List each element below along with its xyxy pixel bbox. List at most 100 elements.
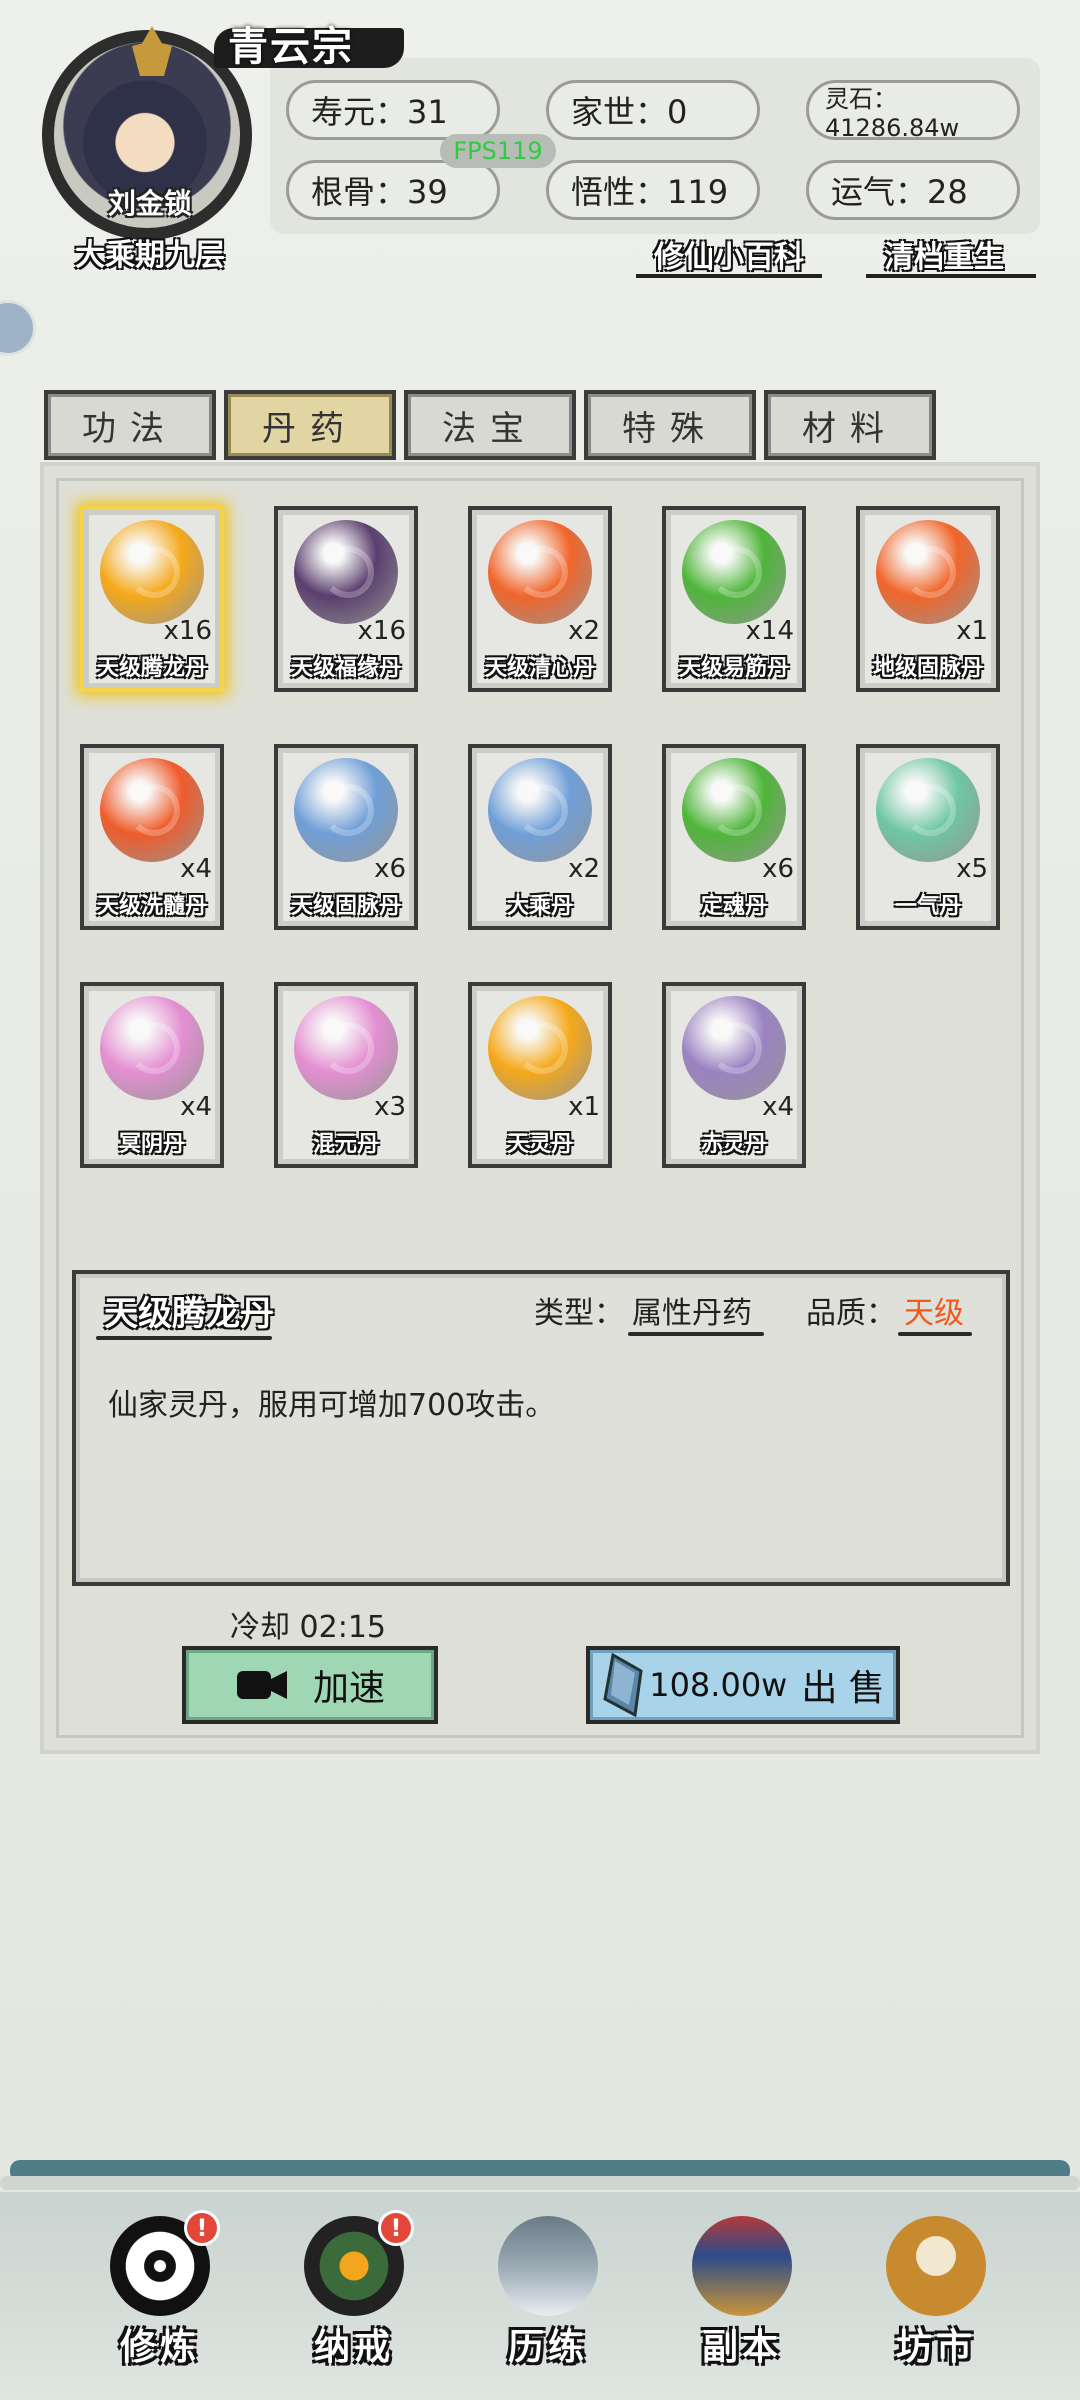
- inventory-slot[interactable]: x3 混元丹: [274, 982, 418, 1168]
- inventory-slot[interactable]: x5 一气丹: [856, 744, 1000, 930]
- nav-label: 修炼: [119, 2327, 200, 2368]
- nav-label: 坊市: [895, 2327, 976, 2368]
- item-quantity: x1: [956, 616, 988, 646]
- inventory-slot[interactable]: x16 天级腾龙丹: [80, 506, 224, 692]
- item-quantity: x4: [180, 854, 212, 884]
- item-name: 天级洗髓丹: [96, 894, 207, 919]
- item-name: 地级固脉丹: [872, 656, 983, 681]
- inventory-slot[interactable]: x4 赤灵丹: [662, 982, 806, 1168]
- item-quality-label: 品质：: [806, 1296, 896, 1331]
- pagoda-icon: [692, 2216, 792, 2316]
- stat-lifespan: 寿元：31: [286, 80, 500, 140]
- item-quantity: x4: [762, 1092, 794, 1122]
- nav-item-0[interactable]: ! 修炼: [80, 2200, 240, 2390]
- reset-underline: [866, 274, 1036, 278]
- fps-counter: FPS119: [440, 134, 556, 168]
- item-quantity: x16: [357, 616, 406, 646]
- sell-label: 出 售: [801, 1668, 885, 1709]
- item-detail-title: 天级腾龙丹: [104, 1294, 274, 1334]
- crystal-icon: [603, 1653, 643, 1717]
- item-quality-value: 天级: [904, 1296, 964, 1331]
- item-name: 一气丹: [894, 894, 961, 919]
- pill-orb-icon: [488, 758, 592, 862]
- item-quantity: x2: [568, 854, 600, 884]
- pill-orb-icon: [488, 996, 592, 1100]
- inventory-slot[interactable]: x6 天级固脉丹: [274, 744, 418, 930]
- speed-up-button[interactable]: 加速: [182, 1646, 438, 1724]
- pill-orb-icon: [876, 758, 980, 862]
- cooldown-timer: 冷却 02:15: [230, 1610, 386, 1645]
- nav-label: 历练: [507, 2327, 588, 2368]
- item-name: 天灵丹: [506, 1132, 573, 1157]
- scroll-rod-base: [0, 2176, 1080, 2190]
- type-underline: [628, 1332, 764, 1336]
- item-name: 赤灵丹: [700, 1132, 767, 1157]
- item-type-label: 类型：: [534, 1296, 624, 1331]
- tab-teshu[interactable]: 特殊: [584, 390, 756, 460]
- nav-label: 副本: [701, 2327, 782, 2368]
- sell-button[interactable]: 108.00w 出 售: [586, 1646, 900, 1724]
- tab-gongfa[interactable]: 功法: [44, 390, 216, 460]
- inventory-slot[interactable]: x16 天级福缘丹: [274, 506, 418, 692]
- nav-item-2[interactable]: 历练: [468, 2200, 628, 2390]
- item-name: 天级福缘丹: [290, 656, 401, 681]
- item-name: 冥阴丹: [118, 1132, 185, 1157]
- inventory-slot[interactable]: x4 冥阴丹: [80, 982, 224, 1168]
- sell-price: 108.00w: [649, 1666, 788, 1704]
- stat-spirit-stone: 灵石：41286.84w: [806, 80, 1020, 142]
- item-quantity: x2: [568, 616, 600, 646]
- item-name: 天级腾龙丹: [96, 656, 207, 681]
- tab-cailiao[interactable]: 材料: [764, 390, 936, 460]
- quality-underline: [898, 1332, 972, 1336]
- encyclopedia-link[interactable]: 修仙小百科: [654, 232, 804, 276]
- item-detail-card: 天级腾龙丹 类型： 属性丹药 品质： 天级 仙家灵丹，服用可增加700攻击。: [72, 1270, 1010, 1586]
- nav-item-3[interactable]: 副本: [662, 2200, 822, 2390]
- item-name: 定魂丹: [700, 894, 767, 919]
- inventory-slot[interactable]: x4 天级洗髓丹: [80, 744, 224, 930]
- item-name: 大乘丹: [506, 894, 573, 919]
- sect-name: 青云宗: [228, 24, 354, 70]
- inventory-slot[interactable]: x14 天级易筋丹: [662, 506, 806, 692]
- pill-orb-icon: [294, 996, 398, 1100]
- item-name: 混元丹: [312, 1132, 379, 1157]
- stat-root: 根骨：39: [286, 160, 500, 220]
- stat-luck: 运气：28: [806, 160, 1020, 220]
- inventory-slot[interactable]: x1 天灵丹: [468, 982, 612, 1168]
- inventory-slot[interactable]: x2 天级清心丹: [468, 506, 612, 692]
- item-quantity: x1: [568, 1092, 600, 1122]
- encyclopedia-underline: [636, 274, 822, 278]
- mountain-icon: [498, 2216, 598, 2316]
- pill-orb-icon: [876, 520, 980, 624]
- side-float-button[interactable]: [0, 300, 36, 356]
- pill-orb-icon: [100, 996, 204, 1100]
- alert-badge: !: [378, 2210, 414, 2246]
- pill-orb-icon: [100, 520, 204, 624]
- tab-danyao[interactable]: 丹药: [224, 390, 396, 460]
- stat-insight: 悟性：119: [546, 160, 760, 220]
- player-name: 刘金锁: [107, 187, 192, 220]
- stat-family: 家世：0: [546, 80, 760, 140]
- pill-orb-icon: [294, 520, 398, 624]
- reset-link[interactable]: 清档重生: [884, 232, 1004, 276]
- item-name: 天级清心丹: [484, 656, 595, 681]
- pill-orb-icon: [294, 758, 398, 862]
- item-quantity: x14: [745, 616, 794, 646]
- tab-fabao[interactable]: 法宝: [404, 390, 576, 460]
- item-quantity: x6: [762, 854, 794, 884]
- item-quantity: x6: [374, 854, 406, 884]
- item-quantity: x3: [374, 1092, 406, 1122]
- pill-orb-icon: [100, 758, 204, 862]
- nav-item-4[interactable]: 坊市: [856, 2200, 1016, 2390]
- cauldron-icon: [886, 2216, 986, 2316]
- item-quantity: x5: [956, 854, 988, 884]
- inventory-slot[interactable]: x2 大乘丹: [468, 744, 612, 930]
- speed-up-label: 加速: [312, 1668, 385, 1709]
- inventory-slot[interactable]: x6 定魂丹: [662, 744, 806, 930]
- nav-item-1[interactable]: ! 纳戒: [274, 2200, 434, 2390]
- pill-orb-icon: [682, 520, 786, 624]
- item-name: 天级固脉丹: [290, 894, 401, 919]
- item-quantity: x16: [163, 616, 212, 646]
- title-underline: [96, 1336, 272, 1340]
- pill-orb-icon: [682, 758, 786, 862]
- inventory-slot[interactable]: x1 地级固脉丹: [856, 506, 1000, 692]
